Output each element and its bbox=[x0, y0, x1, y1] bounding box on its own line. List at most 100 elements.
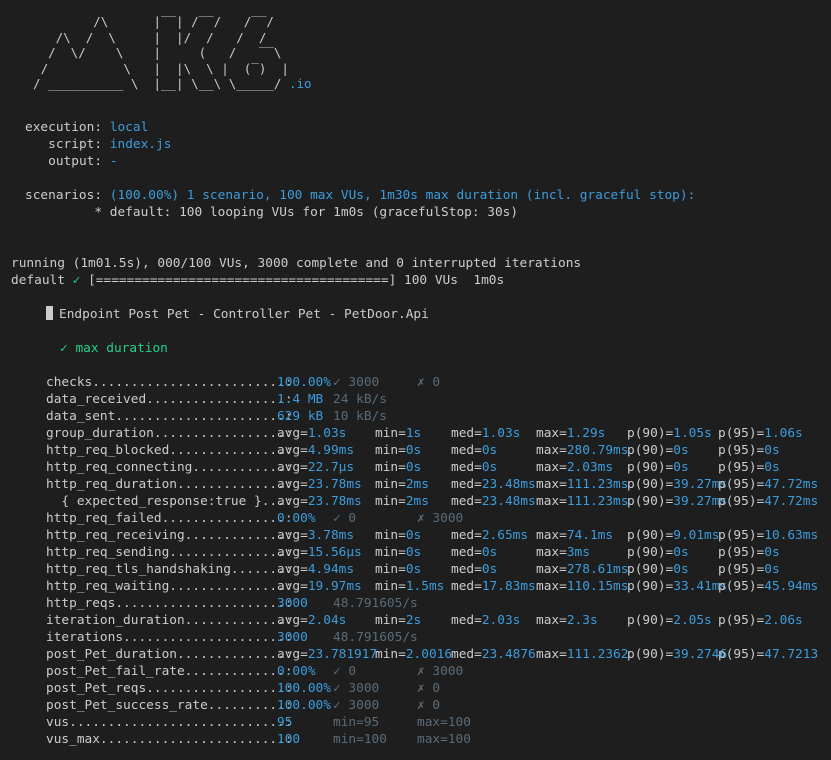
metric-value: min=1s bbox=[375, 426, 422, 441]
metric-value: med=2.03s bbox=[451, 613, 521, 628]
metric-value: 48.791605/s bbox=[333, 630, 418, 645]
metric-value: 629 kB bbox=[277, 409, 324, 424]
metric-value: max=1.29s bbox=[536, 426, 606, 441]
output-label: output: bbox=[48, 154, 103, 169]
metric-name: http_req_sending...............: bbox=[46, 545, 293, 560]
metric-value: 95 bbox=[277, 715, 293, 730]
metric-value: p(95)=45.94ms bbox=[718, 579, 819, 594]
metric-value: 48.791605/s bbox=[333, 596, 418, 611]
metric-value: p(90)=0s bbox=[627, 545, 689, 560]
metric-value: max=100 bbox=[417, 732, 471, 747]
execution-label: execution: bbox=[25, 120, 103, 135]
metric-value: 0.00% bbox=[277, 511, 316, 526]
metric-value: max=278.61ms bbox=[536, 562, 629, 577]
metric-value: p(95)=1.06s bbox=[718, 426, 803, 441]
metric-name: http_reqs......................: bbox=[46, 596, 293, 611]
metric-value: p(95)=47.72ms bbox=[718, 477, 819, 492]
metric-name: http_req_duration..............: bbox=[46, 477, 293, 492]
metric-value: avg=23.78ms bbox=[277, 494, 362, 509]
scenarios-label: scenarios: bbox=[25, 188, 103, 203]
logo-line: / \/ \ | ( / ‾‾\ bbox=[18, 45, 282, 60]
check-icon: ✓ bbox=[60, 341, 68, 356]
metric-value: p(95)=0s bbox=[718, 545, 780, 560]
k6-logo: /\ |‾‾| /‾‾/ /‾‾/ /\ / \ | |/ / / / / \/… bbox=[18, 14, 312, 92]
group-title: Endpoint Post Pet - Controller Pet - Pet… bbox=[59, 307, 429, 322]
metric-value: 3000 bbox=[277, 630, 308, 645]
metric-name: iterations.....................: bbox=[46, 630, 293, 645]
metric-value: min=0s bbox=[375, 443, 422, 458]
run-vus: 100 VUs bbox=[404, 273, 458, 288]
metric-value: min=0s bbox=[375, 545, 422, 560]
metric-value: max=2.3s bbox=[536, 613, 598, 628]
metric-name: http_req_connecting............: bbox=[46, 460, 293, 475]
metric-value: 100.00% bbox=[277, 698, 331, 713]
metric-value: avg=4.99ms bbox=[277, 443, 355, 458]
metric-value: avg=15.56µs bbox=[277, 545, 362, 560]
check-label: max duration bbox=[75, 341, 168, 356]
metric-value: med=0s bbox=[451, 545, 498, 560]
metric-value: avg=19.97ms bbox=[277, 579, 362, 594]
metric-value: p(95)=2.06s bbox=[718, 613, 803, 628]
metric-name: http_req_blocked...............: bbox=[46, 443, 293, 458]
metric-name: iteration_duration.............: bbox=[46, 613, 293, 628]
terminal-output: /\ |‾‾| /‾‾/ /‾‾/ /\ / \ | |/ / / / / \/… bbox=[0, 0, 831, 760]
metric-value: min=2s bbox=[375, 613, 422, 628]
metric-value: ✓ 3000 bbox=[333, 681, 380, 696]
metric-value: med=2.65ms bbox=[451, 528, 529, 543]
logo-line: /\ |‾‾| /‾‾/ /‾‾/ bbox=[18, 14, 274, 29]
metric-value: min=2ms bbox=[375, 494, 429, 509]
metric-value: max=280.79ms bbox=[536, 443, 629, 458]
progress-bar: [======================================] bbox=[88, 273, 397, 288]
metric-value: avg=23.78ms bbox=[277, 477, 362, 492]
metric-value: max=111.23ms bbox=[536, 494, 629, 509]
metric-value: 1.4 MB bbox=[277, 392, 324, 407]
metric-name: post_Pet_success_rate..........: bbox=[46, 698, 293, 713]
metric-name: data_received..................: bbox=[46, 392, 293, 407]
metric-name: http_req_receiving.............: bbox=[46, 528, 293, 543]
metric-value: p(90)=39.27ms bbox=[627, 494, 728, 509]
metric-name: post_Pet_fail_rate.............: bbox=[46, 664, 293, 679]
metric-value: p(90)=39.2746 bbox=[627, 647, 728, 662]
metric-name: data_sent......................: bbox=[46, 409, 293, 424]
metric-value: 24 kB/s bbox=[333, 392, 387, 407]
metric-value: p(95)=10.63ms bbox=[718, 528, 819, 543]
metric-value: med=0s bbox=[451, 443, 498, 458]
metric-value: avg=1.03s bbox=[277, 426, 347, 441]
group-header: Endpoint Post Pet - Controller Pet - Pet… bbox=[46, 306, 429, 323]
metric-value: p(90)=0s bbox=[627, 443, 689, 458]
scenarios-summary: (100.00%) 1 scenario, 100 max VUs, 1m30s… bbox=[109, 188, 696, 203]
logo-line: / __________ \ |__| \__\ \_____/ .io bbox=[18, 76, 312, 91]
metric-value: max=100 bbox=[417, 715, 471, 730]
metric-value: min=0s bbox=[375, 528, 422, 543]
metric-value: min=2ms bbox=[375, 477, 429, 492]
execution-value: local bbox=[109, 120, 149, 135]
metric-value: p(95)=47.72ms bbox=[718, 494, 819, 509]
metric-value: ✗ 3000 bbox=[417, 664, 464, 679]
run-status-block: running (1m01.5s), 000/100 VUs, 3000 com… bbox=[11, 255, 581, 289]
metric-value: p(90)=0s bbox=[627, 562, 689, 577]
metric-value: med=0s bbox=[451, 460, 498, 475]
metric-value: ✓ 3000 bbox=[333, 698, 380, 713]
check-result: ✓ max duration bbox=[60, 340, 168, 357]
metric-name: { expected_response:true }...: bbox=[46, 494, 293, 509]
metric-name: vus_max........................: bbox=[46, 732, 293, 747]
metric-value: min=95 bbox=[333, 715, 380, 730]
metric-value: ✗ 3000 bbox=[417, 511, 464, 526]
metric-name: http_req_tls_handshaking.......: bbox=[46, 562, 293, 577]
metric-value: max=74.1ms bbox=[536, 528, 614, 543]
metric-value: max=111.2362 bbox=[536, 647, 629, 662]
metric-value: ✓ 3000 bbox=[333, 375, 380, 390]
metric-value: min=2.0016 bbox=[375, 647, 453, 662]
metric-value: 100.00% bbox=[277, 375, 331, 390]
output-value: - bbox=[109, 154, 118, 169]
metric-name: http_req_failed................: bbox=[46, 511, 293, 526]
metric-value: p(95)=47.7213 bbox=[718, 647, 819, 662]
run-status: running (1m01.5s), 000/100 VUs, 3000 com… bbox=[11, 256, 582, 271]
metric-value: p(90)=9.01ms bbox=[627, 528, 720, 543]
logo-line: /\ / \ | |/ / / / bbox=[18, 29, 267, 45]
metric-value: med=23.48ms bbox=[451, 477, 536, 492]
metric-name: checks.........................: bbox=[46, 375, 293, 390]
metric-value: min=1.5ms bbox=[375, 579, 445, 594]
metric-value: med=23.4876 bbox=[451, 647, 536, 662]
metric-value: ✗ 0 bbox=[417, 698, 441, 713]
